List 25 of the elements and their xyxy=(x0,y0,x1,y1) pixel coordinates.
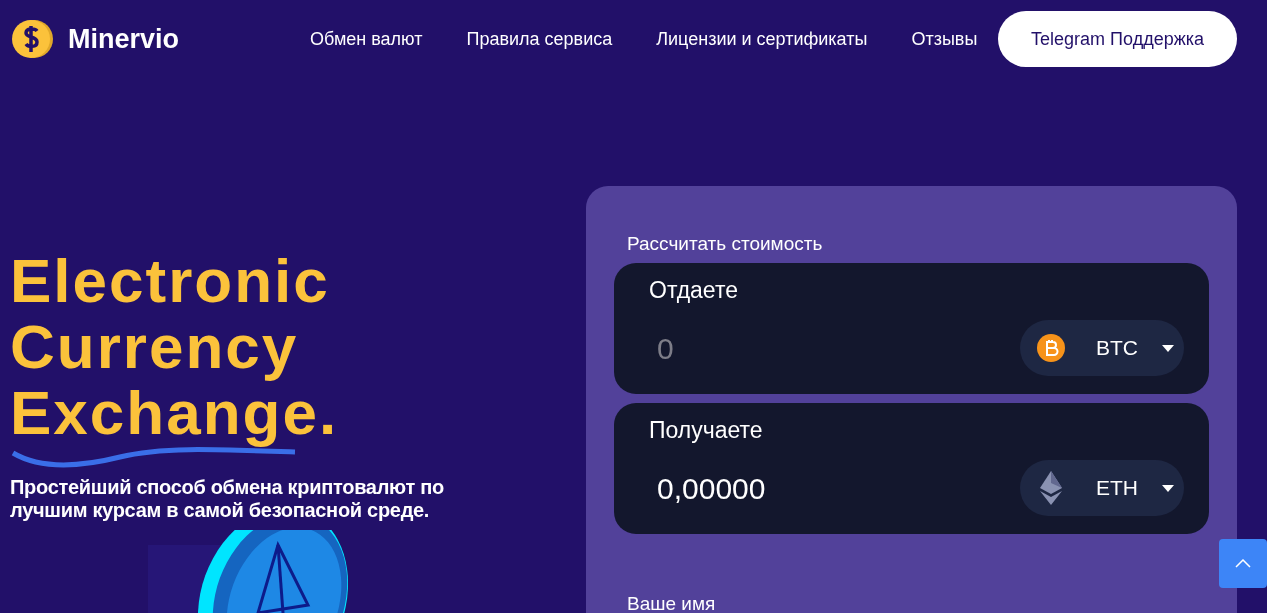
nav-link[interactable]: Лицензии и сертификаты xyxy=(656,25,868,53)
calculator-title: Рассчитать стоимость xyxy=(627,232,823,256)
hero-title: Currency xyxy=(10,314,299,380)
ethereum-icon xyxy=(1040,471,1062,505)
hero-subtitle: Простейший способ обмена криптовалют по лучшим курсам в самой безопасной среде. xyxy=(10,476,445,522)
caret-icon xyxy=(1162,344,1174,352)
amount-field[interactable]: 0,00000 xyxy=(649,465,949,511)
scroll-top-button[interactable] xyxy=(1219,539,1267,588)
currency-select[interactable]: ETH xyxy=(1020,460,1184,516)
hero-title: Electronic xyxy=(10,248,330,314)
chevron-up-icon xyxy=(1235,559,1251,568)
exchange-label: Отдаете xyxy=(649,275,738,305)
dollar-coin-icon xyxy=(10,19,56,59)
exchange-label: Получаете xyxy=(649,415,763,445)
logo-text[interactable]: Minervio xyxy=(68,18,180,60)
nav-link[interactable]: Обмен валют xyxy=(310,25,423,53)
name-label: Ваше имя xyxy=(627,591,716,613)
telegram-support-button[interactable]: Telegram Поддержка xyxy=(998,11,1237,67)
caret-icon xyxy=(1162,484,1174,492)
amount-field[interactable]: 0 xyxy=(649,325,949,371)
nav-link[interactable]: Отзывы xyxy=(911,25,978,53)
nav-link[interactable]: Правила сервиса xyxy=(466,25,613,53)
hero-title: Exchange. xyxy=(10,380,339,446)
bitcoin-icon xyxy=(1036,333,1066,363)
currency-select[interactable]: BTC xyxy=(1020,320,1184,376)
